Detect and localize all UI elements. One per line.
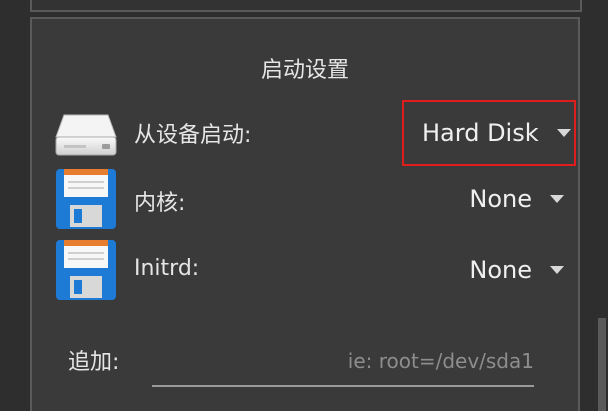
initrd-value: None bbox=[469, 256, 532, 284]
kernel-row: 内核: None bbox=[54, 167, 564, 235]
kernel-select[interactable]: None bbox=[469, 177, 564, 221]
kernel-label: 内核: bbox=[134, 191, 186, 216]
kernel-value: None bbox=[469, 185, 532, 213]
dropdown-arrow-icon bbox=[556, 129, 571, 137]
boot-device-label: 从设备启动: bbox=[134, 123, 252, 148]
dropdown-arrow-icon bbox=[550, 266, 564, 274]
floppy-disk-icon bbox=[56, 169, 116, 229]
boot-settings-dialog: 启动设置 从设备启动: Hard Disk 内核: None Initrd: N… bbox=[30, 17, 580, 411]
boot-device-row: 从设备启动: Hard Disk bbox=[54, 99, 576, 167]
dialog-title: 启动设置 bbox=[260, 58, 349, 83]
append-input[interactable] bbox=[152, 341, 534, 387]
hard-disk-icon bbox=[55, 114, 117, 156]
dropdown-arrow-icon bbox=[550, 195, 564, 203]
previous-panel bbox=[30, 0, 582, 12]
initrd-label: Initrd: bbox=[134, 256, 200, 281]
append-label: 追加: bbox=[68, 350, 120, 375]
boot-device-select[interactable]: Hard Disk bbox=[402, 100, 576, 166]
initrd-select[interactable]: None bbox=[469, 248, 564, 292]
floppy-disk-icon bbox=[56, 240, 116, 300]
scrollbar[interactable] bbox=[598, 318, 606, 411]
screen: 启动设置 从设备启动: Hard Disk 内核: None Initrd: N… bbox=[0, 0, 608, 411]
initrd-row: Initrd: None bbox=[54, 238, 564, 306]
boot-device-value: Hard Disk bbox=[422, 119, 539, 147]
